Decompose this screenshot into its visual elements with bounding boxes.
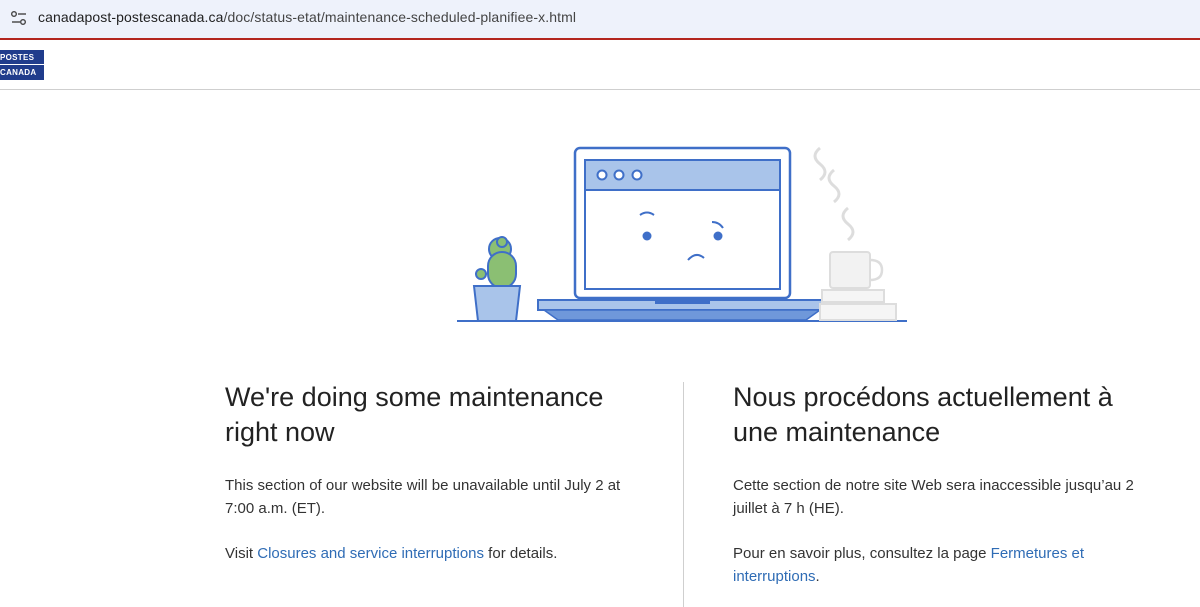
french-body: Cette section de notre site Web sera ina… — [733, 477, 1134, 517]
coffee-cup-icon — [813, 146, 897, 321]
french-heading: Nous procédons actuellement à une mainte… — [733, 382, 1113, 447]
url-field[interactable]: canadapost-postescanada.ca/doc/status-et… — [38, 9, 576, 25]
english-visit-prefix: Visit — [225, 545, 258, 562]
french-visit-text: Pour en savoir plus, consultez la page F… — [733, 542, 1153, 588]
tune-icon[interactable] — [10, 10, 28, 26]
laptop-icon — [537, 146, 827, 321]
logo-line1: POSTES — [0, 53, 44, 65]
closures-link[interactable]: Closures and service interruptions — [257, 545, 484, 562]
english-heading: We're doing some maintenance right now — [225, 382, 604, 447]
url-host: canadapost-postescanada.ca — [38, 9, 224, 25]
english-visit-text: Visit Closures and service interruptions… — [225, 542, 645, 565]
english-visit-suffix: for details. — [484, 545, 558, 562]
url-path: /doc/status-etat/maintenance-scheduled-p… — [223, 9, 577, 25]
french-visit-suffix: . — [815, 568, 820, 585]
canada-post-logo[interactable]: POSTES CANADA — [0, 50, 44, 80]
french-section: Nous procédons actuellement à une mainte… — [733, 380, 1153, 588]
cactus-icon — [472, 236, 522, 322]
browser-address-bar: canadapost-postescanada.ca/doc/status-et… — [0, 0, 1200, 38]
site-header: POSTES CANADA — [0, 40, 1200, 90]
english-body: This section of our website will be unav… — [225, 477, 621, 517]
column-divider — [683, 382, 684, 607]
logo-line2: CANADA — [0, 68, 37, 77]
maintenance-illustration — [457, 146, 907, 322]
english-section: We're doing some maintenance right now T… — [225, 380, 645, 565]
french-visit-prefix: Pour en savoir plus, consultez la page — [733, 545, 991, 562]
